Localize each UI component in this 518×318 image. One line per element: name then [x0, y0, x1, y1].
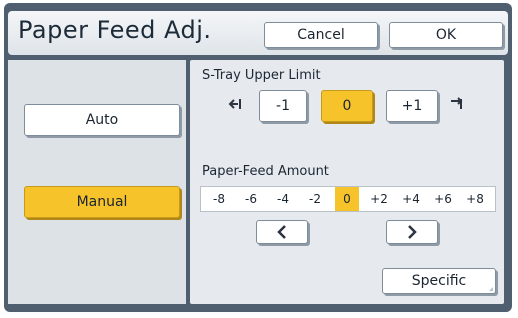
manual-button[interactable]: Manual — [24, 186, 180, 218]
scale-value-plus8[interactable]: +8 — [463, 187, 487, 211]
limit-upper-icon — [449, 96, 465, 116]
auto-button[interactable]: Auto — [24, 104, 180, 136]
ok-button[interactable]: OK — [389, 22, 503, 48]
s-tray-option-plus1[interactable]: +1 — [386, 90, 438, 122]
specific-button-label: Specific — [411, 273, 467, 289]
limit-lower-icon — [228, 96, 244, 116]
decrease-button[interactable] — [256, 220, 308, 244]
scale-value-plus6[interactable]: +6 — [431, 187, 455, 211]
scale-value-plus2[interactable]: +2 — [367, 187, 391, 211]
paper-feed-amount-label: Paper-Feed Amount — [202, 164, 329, 179]
scale-value-minus8[interactable]: -8 — [207, 187, 231, 211]
s-tray-upper-limit-label: S-Tray Upper Limit — [202, 68, 321, 83]
scale-value-plus4[interactable]: +4 — [399, 187, 423, 211]
scale-value-0[interactable]: 0 — [335, 187, 359, 211]
cancel-button[interactable]: Cancel — [264, 22, 378, 48]
s-tray-option-minus1[interactable]: -1 — [259, 90, 307, 122]
chevron-left-icon — [277, 225, 286, 239]
corner-indicator — [489, 287, 493, 291]
scale-value-minus6[interactable]: -6 — [239, 187, 263, 211]
paper-feed-scale: -8 -6 -4 -2 0 +2 +4 +6 +8 — [200, 186, 496, 212]
dialog-title: Paper Feed Adj. — [18, 16, 212, 44]
specific-button[interactable]: Specific — [382, 268, 496, 294]
mode-panel — [8, 60, 186, 304]
chevron-right-icon — [408, 225, 417, 239]
increase-button[interactable] — [386, 220, 438, 244]
s-tray-option-0[interactable]: 0 — [321, 90, 373, 122]
scale-value-minus2[interactable]: -2 — [303, 187, 327, 211]
scale-value-minus4[interactable]: -4 — [271, 187, 295, 211]
